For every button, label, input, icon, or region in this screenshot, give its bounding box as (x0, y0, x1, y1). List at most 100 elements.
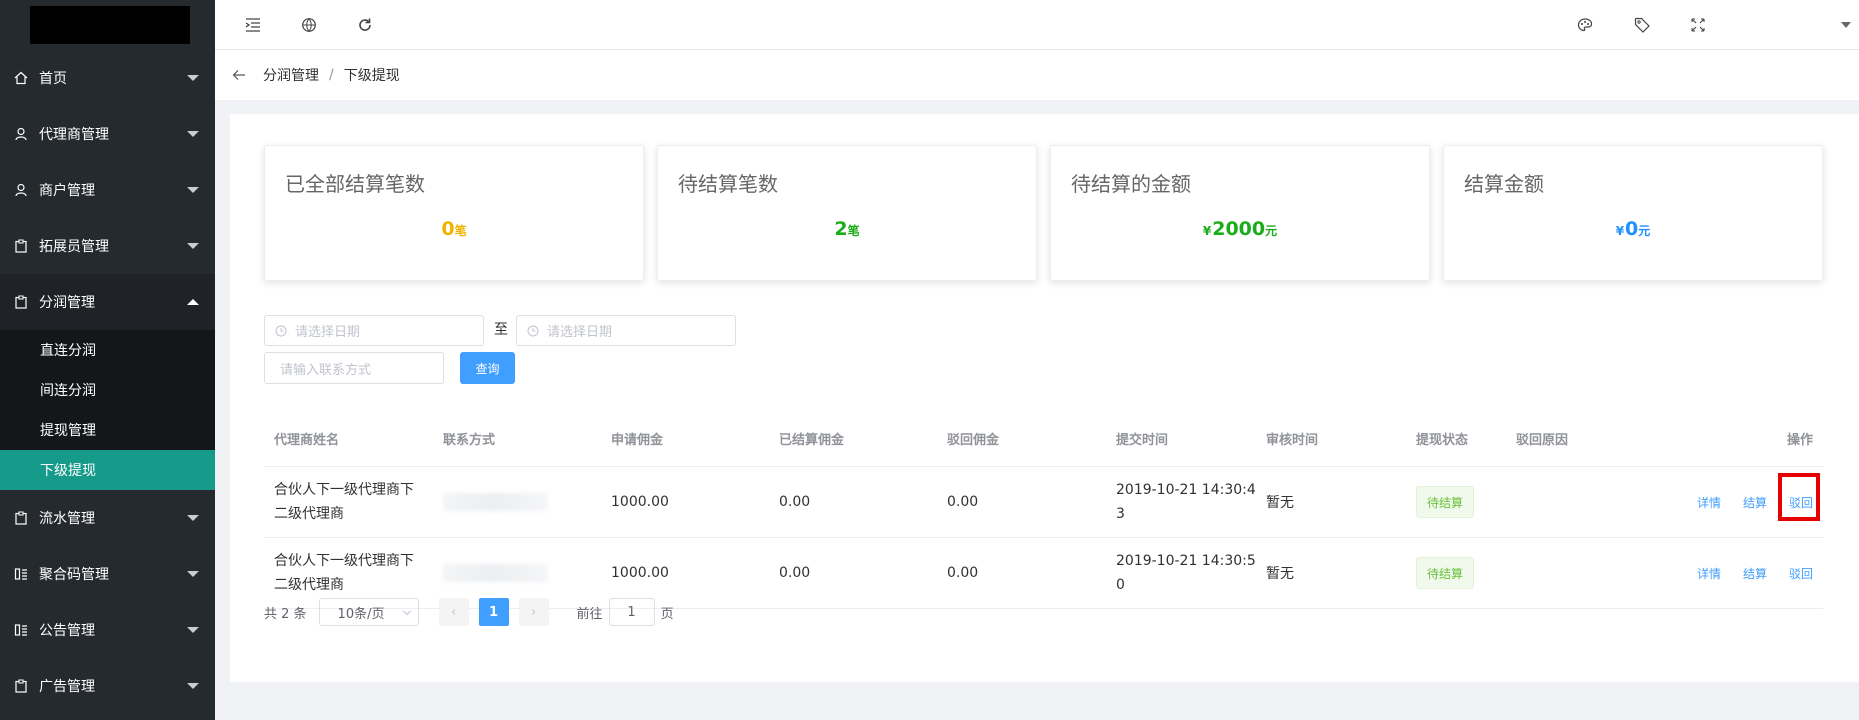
goto-suffix: 页 (660, 606, 674, 622)
start-date-input[interactable]: 请选择日期 (264, 315, 484, 346)
rejected-commission-cell: 0.00 (947, 565, 979, 581)
submit-time-line: 3 (1116, 506, 1125, 522)
settled-commission-cell: 0.00 (779, 494, 811, 510)
breadcrumb-bar: 分润管理 / 下级提现 (215, 50, 1859, 100)
detail-link[interactable]: 详情 (1697, 494, 1721, 511)
theme-palette-icon[interactable] (1575, 15, 1595, 35)
agent-name-line: 合伙人下一级代理商下 (274, 553, 414, 569)
chevron-down-icon (187, 131, 199, 137)
chevron-down-icon (187, 515, 199, 521)
blurred-contact (443, 564, 548, 582)
submit-time-cell: 2019-10-21 14:30:4 3 (1116, 467, 1256, 537)
stat-unit: 元 (1265, 224, 1278, 238)
breadcrumb: 分润管理 / 下级提现 (263, 65, 400, 85)
page-size-select[interactable]: 10条/页 (318, 598, 419, 626)
prev-page-button[interactable]: ‹ (438, 598, 469, 626)
sidebar-item-label: 广告管理 (39, 679, 95, 695)
stat-card-settled-amount: 结算金额 ¥0元 (1443, 145, 1823, 281)
breadcrumb-parent[interactable]: 分润管理 (263, 65, 319, 85)
column-header: 驳回原因 (1516, 433, 1569, 448)
menu-toggle-icon[interactable] (243, 15, 263, 35)
sidebar-item-profit[interactable]: 分润管理 (0, 274, 215, 330)
clipboard-icon (14, 679, 28, 693)
stat-unit: 笔 (454, 224, 467, 238)
chevron-down-icon (187, 187, 199, 193)
page-number-button[interactable]: 1 (478, 598, 509, 626)
column-header: 提交时间 (1116, 433, 1169, 448)
sidebar-item-label: 公告管理 (39, 623, 95, 639)
reject-link[interactable]: 驳回 (1789, 565, 1813, 582)
sidebar-item-promoter[interactable]: 拓展员管理 (0, 218, 215, 274)
refresh-icon[interactable] (355, 15, 375, 35)
column-header: 审核时间 (1266, 433, 1319, 448)
stat-number: 0 (441, 218, 455, 240)
chevron-left-icon: ‹ (450, 604, 457, 620)
sidebar-subitem-direct-profit[interactable]: 直连分润 (0, 330, 215, 370)
clipboard-icon (14, 295, 28, 309)
sidebar-item-label: 聚合码管理 (39, 567, 109, 583)
stat-value: ¥2000元 (1051, 218, 1429, 240)
logo-area (0, 0, 215, 50)
globe-icon[interactable] (299, 15, 319, 35)
query-button[interactable]: 查询 (460, 352, 515, 384)
profit-submenu: 直连分润 间连分润 提现管理 下级提现 (0, 330, 215, 490)
submit-time-line: 2019-10-21 14:30:5 (1116, 553, 1256, 569)
status-cell: 待结算 (1416, 538, 1475, 608)
goto-page-input[interactable]: 1 (608, 598, 655, 626)
agent-name-line: 二级代理商 (274, 577, 344, 593)
chevron-down-icon (187, 75, 199, 81)
sidebar-subitem-sub-withdraw[interactable]: 下级提现 (0, 450, 215, 490)
date-range-separator: 至 (494, 322, 508, 338)
sidebar-item-merchant[interactable]: 商户管理 (0, 162, 215, 218)
detail-link[interactable]: 详情 (1697, 565, 1721, 582)
user-icon (14, 183, 28, 197)
stat-value: ¥0元 (1444, 218, 1822, 240)
end-date-input[interactable]: 请选择日期 (516, 315, 736, 346)
blurred-contact (443, 493, 548, 511)
next-page-button[interactable]: › (518, 598, 549, 626)
column-header: 驳回佣金 (947, 433, 1000, 448)
qrcode-icon (14, 623, 28, 637)
stat-card-pending-amount: 待结算的金额 ¥2000元 (1050, 145, 1430, 281)
sidebar-item-ads[interactable]: 广告管理 (0, 658, 215, 714)
contact-search-input[interactable]: 请输入联系方式 (264, 352, 444, 384)
sidebar-item-agent[interactable]: 代理商管理 (0, 106, 215, 162)
sidebar-item-label: 流水管理 (39, 511, 95, 527)
back-arrow-icon[interactable] (229, 65, 249, 85)
settle-link[interactable]: 结算 (1743, 494, 1767, 511)
user-icon (14, 127, 28, 141)
agent-name-line: 合伙人下一级代理商下 (274, 482, 414, 498)
clipboard-icon (14, 511, 28, 525)
stat-title: 待结算的金额 (1071, 172, 1191, 196)
sidebar-item-label: 代理商管理 (39, 127, 109, 143)
settle-link[interactable]: 结算 (1743, 565, 1767, 582)
stat-unit: 笔 (847, 224, 860, 238)
settled-commission-cell: 0.00 (779, 565, 811, 581)
sidebar-item-flow[interactable]: 流水管理 (0, 490, 215, 546)
pagination: 共 2 条 10条/页 ‹ 1 › 前往 1 页 (264, 597, 674, 627)
stat-card-settled-count: 已全部结算笔数 0笔 (264, 145, 644, 281)
sidebar-subitem-withdraw-manage[interactable]: 提现管理 (0, 410, 215, 450)
sidebar-item-label: 商户管理 (39, 183, 95, 199)
column-header: 代理商姓名 (274, 433, 340, 448)
sidebar-item-label: 分润管理 (39, 295, 95, 311)
column-header: 申请佣金 (611, 433, 664, 448)
agent-name-line: 二级代理商 (274, 506, 344, 522)
sidebar-item-qrcode[interactable]: 聚合码管理 (0, 546, 215, 602)
sidebar-item-notice[interactable]: 公告管理 (0, 602, 215, 658)
chevron-down-icon (187, 243, 199, 249)
user-dropdown-caret-icon[interactable] (1841, 22, 1851, 28)
sidebar-subitem-indirect-profit[interactable]: 间连分润 (0, 370, 215, 410)
agent-name-cell: 合伙人下一级代理商下 二级代理商 (274, 467, 424, 537)
main-content: 已全部结算笔数 0笔 待结算笔数 2笔 待结算的金额 ¥2000元 结算金额 ¥… (230, 114, 1859, 682)
stat-value: 0笔 (265, 218, 643, 240)
chevron-down-icon (187, 627, 199, 633)
audit-time-cell: 暂无 (1266, 495, 1294, 511)
sidebar-item-home[interactable]: 首页 (0, 50, 215, 106)
fullscreen-icon[interactable] (1688, 15, 1708, 35)
tag-icon[interactable] (1632, 15, 1652, 35)
breadcrumb-separator: / (329, 67, 334, 83)
pagination-goto: 前往 1 页 (577, 598, 674, 626)
end-date-placeholder: 请选择日期 (547, 325, 613, 340)
audit-time-cell: 暂无 (1266, 566, 1294, 582)
